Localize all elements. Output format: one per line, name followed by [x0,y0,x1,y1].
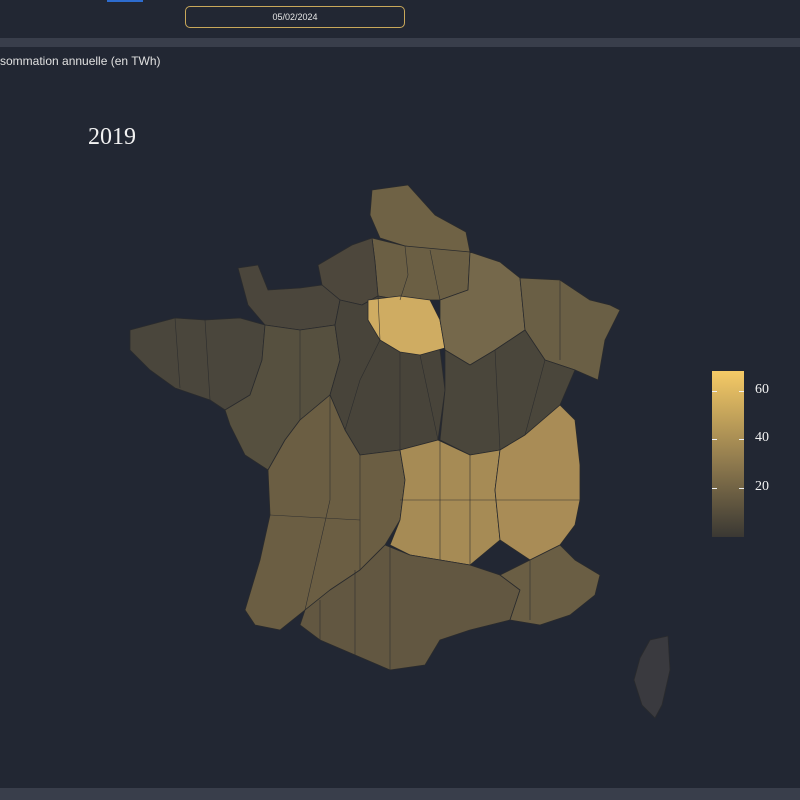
colorbar-tick-mark [712,439,744,441]
france-choropleth-map[interactable] [0,0,800,800]
region-corse[interactable] [633,635,671,719]
colorbar-tick-label: 40 [755,430,769,446]
colorbar-tick-mark [712,488,744,490]
region-auvergne[interactable] [389,439,501,566]
colorbar [712,371,744,537]
separator-bottom [0,788,800,800]
region-paca[interactable] [499,544,601,626]
region-bretagne[interactable] [129,317,266,411]
colorbar-tick-label: 60 [755,381,769,397]
colorbar-tick-label: 20 [755,479,769,495]
colorbar-tick-mark [712,390,744,392]
